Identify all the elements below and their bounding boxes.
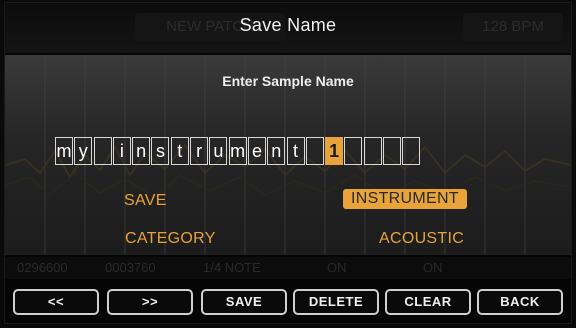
name-cell[interactable] bbox=[402, 137, 421, 165]
name-cell[interactable]: m bbox=[55, 137, 73, 165]
name-cell[interactable]: s bbox=[151, 137, 170, 165]
title-bar: NEW PATCH 128 BPM Save Name bbox=[5, 3, 571, 53]
background-status-row: 0296600 0003760 1/4 NOTE ON ON bbox=[5, 257, 571, 279]
back-button[interactable]: BACK bbox=[477, 289, 563, 315]
category-option-label[interactable]: CATEGORY bbox=[125, 230, 216, 248]
name-cell[interactable]: i bbox=[112, 137, 131, 165]
previous-button[interactable]: << bbox=[13, 289, 99, 315]
name-cell[interactable]: y bbox=[74, 137, 93, 165]
display: NEW PATCH 128 BPM Save Name Enter Sample… bbox=[4, 2, 572, 324]
next-button[interactable]: >> bbox=[107, 289, 193, 315]
softkey-bar: << >> SAVE DELETE CLEAR BACK bbox=[5, 283, 571, 323]
name-cell[interactable]: m bbox=[228, 137, 247, 165]
name-cell[interactable]: e bbox=[247, 137, 266, 165]
name-cell[interactable]: t bbox=[286, 137, 305, 165]
save-option-label[interactable]: SAVE bbox=[124, 192, 167, 210]
name-cell[interactable]: u bbox=[209, 137, 228, 165]
save-type-value[interactable]: INSTRUMENT bbox=[343, 189, 467, 209]
name-cell-cursor[interactable]: 1 bbox=[325, 137, 344, 165]
ghost-status-item: ON bbox=[423, 260, 443, 275]
clear-button[interactable]: CLEAR bbox=[385, 289, 471, 315]
name-cell[interactable] bbox=[383, 137, 402, 165]
ghost-status-item: 1/4 NOTE bbox=[203, 260, 261, 275]
delete-button[interactable]: DELETE bbox=[293, 289, 379, 315]
save-button[interactable]: SAVE bbox=[201, 289, 287, 315]
name-cell[interactable] bbox=[93, 137, 112, 165]
name-cell[interactable]: t bbox=[170, 137, 189, 165]
name-cell[interactable] bbox=[344, 137, 363, 165]
name-cell[interactable] bbox=[363, 137, 382, 165]
name-cell[interactable]: n bbox=[132, 137, 151, 165]
save-name-panel: Enter Sample Name my instrument 1 SAVE C… bbox=[5, 55, 571, 255]
ghost-status-item: 0296600 bbox=[17, 260, 68, 275]
name-cell[interactable] bbox=[305, 137, 324, 165]
device-screen: NEW PATCH 128 BPM Save Name Enter Sample… bbox=[0, 0, 576, 328]
ghost-status-item: 0003760 bbox=[105, 260, 156, 275]
name-prompt: Enter Sample Name bbox=[222, 73, 354, 89]
dialog-title: Save Name bbox=[239, 15, 337, 35]
ghost-status-item: ON bbox=[327, 260, 347, 275]
category-value[interactable]: ACOUSTIC bbox=[379, 230, 464, 248]
name-cell[interactable]: r bbox=[190, 137, 209, 165]
name-cell[interactable]: n bbox=[267, 137, 286, 165]
name-entry-field[interactable]: my instrument 1 bbox=[55, 137, 422, 167]
